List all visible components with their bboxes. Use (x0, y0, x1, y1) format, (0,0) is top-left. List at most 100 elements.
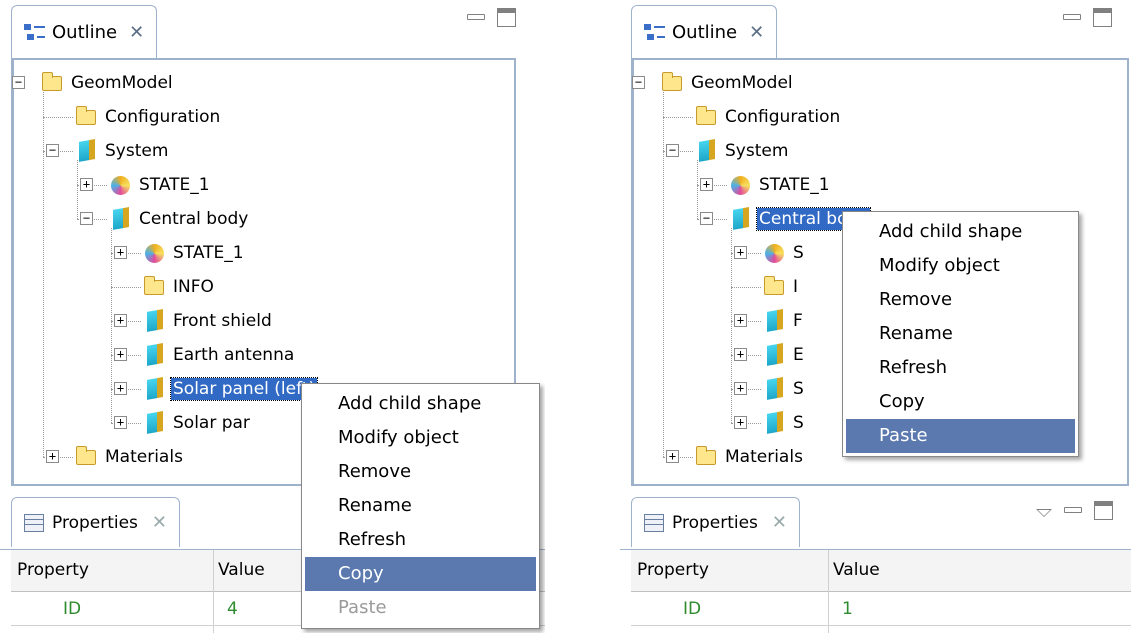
menu-item-paste: Paste (338, 597, 387, 618)
menu-item-add-child-shape[interactable]: Add child shape (305, 387, 536, 421)
close-icon[interactable]: ✕ (129, 22, 144, 43)
collapse-icon[interactable]: − (666, 144, 679, 157)
menu-item-rename[interactable]: Rename (305, 489, 536, 523)
shape-icon (143, 344, 165, 366)
collapse-icon[interactable]: − (700, 212, 713, 225)
tree-node[interactable]: Front shield (143, 308, 274, 334)
state-icon (729, 174, 751, 196)
shape-icon (763, 310, 785, 332)
expand-icon[interactable]: + (114, 348, 127, 361)
expand-icon[interactable]: + (114, 382, 127, 395)
menu-item-paste[interactable]: Paste (846, 419, 1075, 453)
shape-icon (143, 378, 165, 400)
tab-outline[interactable]: Outline ✕ (631, 5, 778, 59)
shape-icon (763, 378, 785, 400)
menu-item-remove[interactable]: Remove (846, 283, 1075, 317)
maximize-icon[interactable] (497, 8, 516, 27)
minimize-icon[interactable] (1063, 14, 1081, 20)
tree-node[interactable]: S (763, 410, 806, 436)
menu-item-modify-object[interactable]: Modify object (846, 249, 1075, 283)
collapse-icon[interactable]: − (80, 212, 93, 225)
tree-node-label: STATE_1 (139, 175, 210, 195)
expand-icon[interactable]: + (734, 348, 747, 361)
tree-node[interactable]: Materials (695, 444, 805, 470)
minimize-icon[interactable] (467, 14, 485, 20)
menu-item-copy[interactable]: Copy (305, 557, 536, 591)
close-icon[interactable]: ✕ (749, 22, 764, 43)
tree-node[interactable]: E (763, 342, 806, 368)
tree-node[interactable]: Earth antenna (143, 342, 296, 368)
expand-icon[interactable]: + (734, 416, 747, 429)
menu-item-rename[interactable]: Rename (846, 317, 1075, 351)
properties-title: Properties (672, 512, 758, 533)
column-header-value[interactable]: Value (833, 560, 880, 580)
expand-icon[interactable]: + (114, 416, 127, 429)
tree-node[interactable]: STATE_1 (729, 172, 832, 198)
maximize-icon[interactable] (1094, 501, 1113, 520)
tree-node-label: Central body (139, 209, 249, 229)
tree-node[interactable]: System (75, 138, 170, 164)
expand-icon[interactable]: + (666, 450, 679, 463)
tree-node[interactable]: Materials (75, 444, 185, 470)
column-header-value[interactable]: Value (218, 560, 265, 580)
tree-node[interactable]: S (763, 376, 806, 402)
properties-icon (24, 513, 44, 532)
menu-item-modify-object[interactable]: Modify object (305, 421, 536, 455)
property-value: 4 (227, 599, 238, 619)
column-header-property[interactable]: Property (17, 560, 89, 580)
shape-icon (109, 208, 131, 230)
collapse-icon[interactable]: − (632, 76, 645, 89)
view-menu-icon[interactable] (1036, 509, 1052, 517)
properties-title: Properties (52, 512, 138, 533)
expand-icon[interactable]: + (700, 178, 713, 191)
minimize-icon[interactable] (1064, 507, 1082, 513)
menu-item-remove[interactable]: Remove (305, 455, 536, 489)
tree-node[interactable]: GeomModel (41, 70, 175, 96)
close-icon[interactable]: ✕ (152, 512, 167, 533)
menu-item-refresh[interactable]: Refresh (846, 351, 1075, 385)
tree-node-label: Solar panel (left) (169, 377, 319, 401)
tree-node-label: GeomModel (71, 73, 173, 93)
folder-icon (41, 72, 63, 94)
tree-node[interactable]: I (763, 274, 800, 300)
tree-node[interactable]: Configuration (695, 104, 842, 130)
close-icon[interactable]: ✕ (772, 512, 787, 533)
tree-node[interactable]: INFO (143, 274, 216, 300)
expand-icon[interactable]: + (734, 382, 747, 395)
expand-icon[interactable]: + (80, 178, 93, 191)
tree-node[interactable]: S (763, 240, 806, 266)
expand-icon[interactable]: + (734, 246, 747, 259)
tree-node[interactable]: Configuration (75, 104, 222, 130)
tree-node[interactable]: Solar par (143, 410, 252, 436)
tree-node-label: Solar par (173, 413, 250, 433)
tab-properties[interactable]: Properties ✕ (631, 497, 801, 547)
tab-outline[interactable]: Outline ✕ (11, 5, 158, 59)
table-row[interactable]: ID 1 (631, 592, 1131, 626)
tree-node[interactable]: F (763, 308, 805, 334)
column-header-property[interactable]: Property (637, 560, 709, 580)
maximize-icon[interactable] (1093, 8, 1112, 27)
tree-node[interactable]: Central body (109, 206, 250, 232)
tree-node-label: INFO (173, 277, 214, 297)
context-menu: Add child shape Modify object Remove Rename… (842, 211, 1079, 457)
tree-node[interactable]: STATE_1 (109, 172, 212, 198)
folder-icon (75, 446, 97, 468)
expand-icon[interactable]: + (734, 314, 747, 327)
menu-item-copy[interactable]: Copy (846, 385, 1075, 419)
tree-node[interactable]: System (695, 138, 790, 164)
tree-connector (731, 228, 732, 423)
collapse-icon[interactable]: − (46, 144, 59, 157)
collapse-icon[interactable]: − (12, 76, 25, 89)
expand-icon[interactable]: + (114, 314, 127, 327)
tree-connector (43, 92, 44, 457)
menu-item-refresh[interactable]: Refresh (305, 523, 536, 557)
property-value: 1 (842, 599, 853, 619)
tab-properties[interactable]: Properties ✕ (11, 497, 181, 547)
expand-icon[interactable]: + (46, 450, 59, 463)
expand-icon[interactable]: + (114, 246, 127, 259)
folder-icon (695, 446, 717, 468)
tree-node[interactable]: GeomModel (661, 70, 795, 96)
tree-node[interactable]: STATE_1 (143, 240, 246, 266)
menu-item-add-child-shape[interactable]: Add child shape (846, 215, 1075, 249)
tree-node[interactable]: Solar panel (left) (143, 376, 319, 402)
